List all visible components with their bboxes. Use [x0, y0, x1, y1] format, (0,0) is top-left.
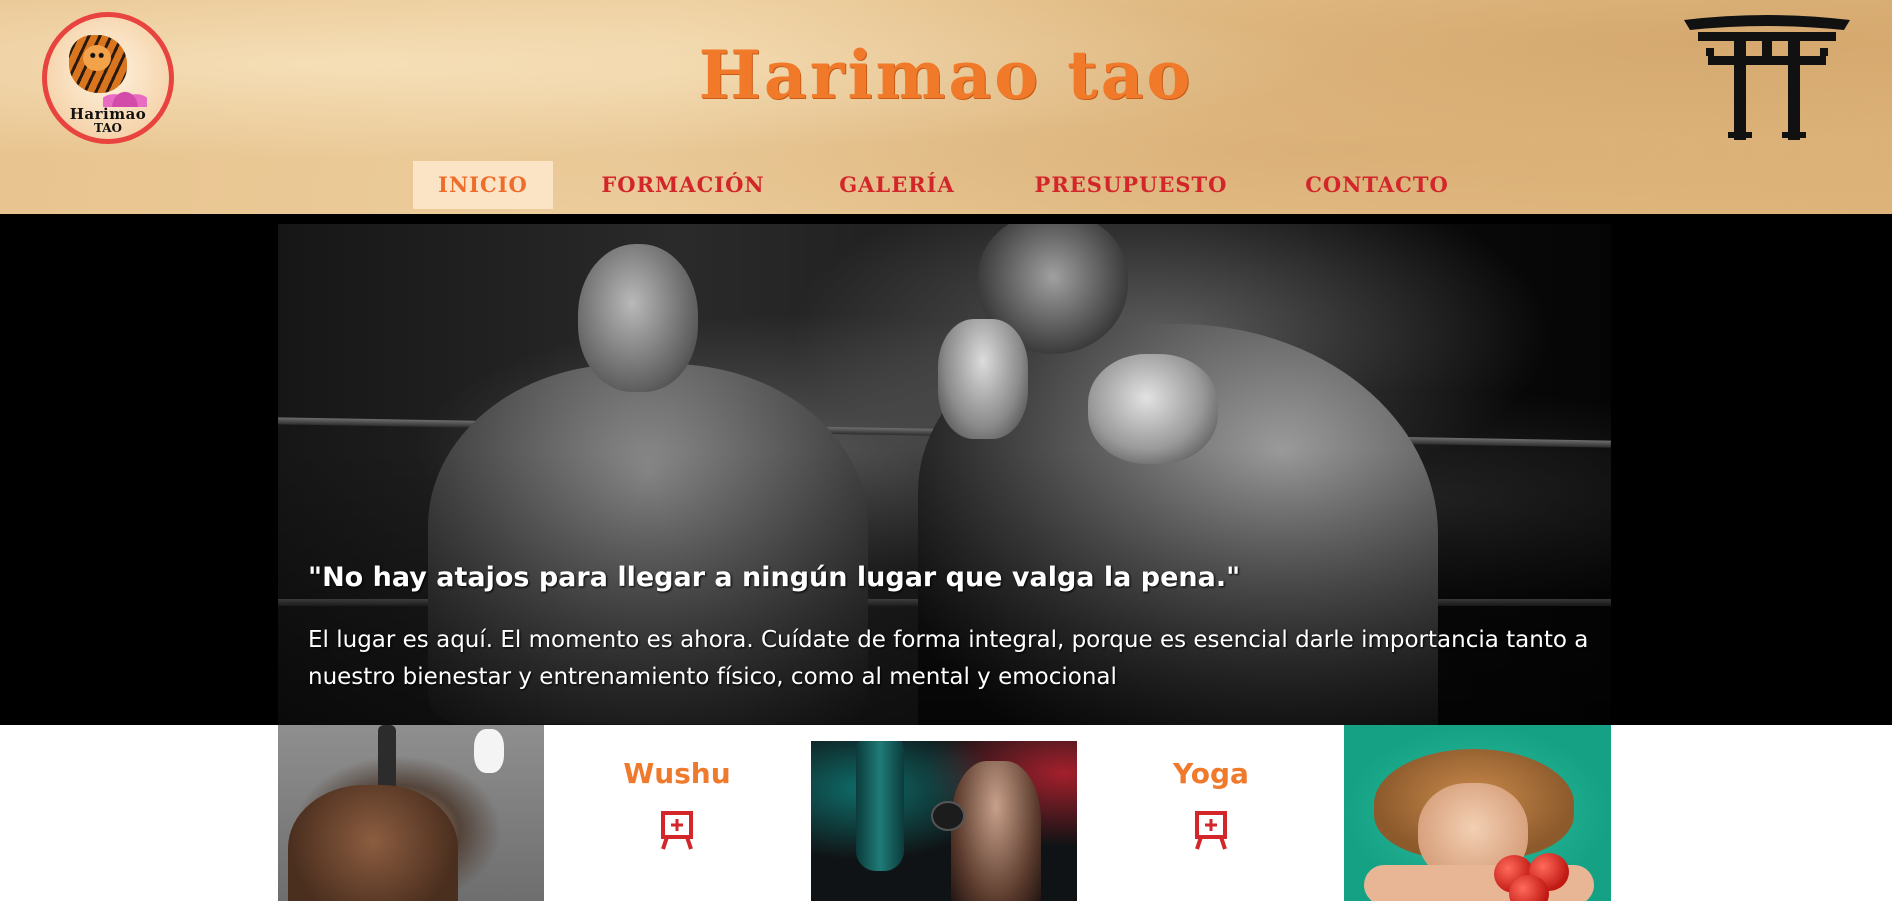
female-boxer-photo: [811, 741, 1077, 901]
torii-gate-icon: [1684, 15, 1850, 140]
logo-text-line2: TAO: [93, 121, 123, 135]
hero-section: "No hay atajos para llegar a ningún luga…: [0, 214, 1892, 725]
boxing-glove: [931, 801, 965, 831]
card-wushu[interactable]: Wushu: [544, 725, 810, 901]
kanji-icon: [661, 811, 693, 850]
nav-item-formacion[interactable]: FORMACIÓN: [588, 161, 778, 209]
site-header: Harimao TAO Harimao tao INICIO FORMACIÓN…: [0, 0, 1892, 214]
muay-thai-photo: [278, 725, 544, 901]
nav-item-presupuesto[interactable]: PRESUPUESTO: [1021, 161, 1241, 209]
yoga-woman-photo: [1344, 725, 1611, 901]
activities-grid: Wushu Yoga: [278, 725, 1611, 901]
hero-quote: "No hay atajos para llegar a ningún luga…: [308, 562, 1241, 593]
punching-bag: [856, 741, 904, 871]
nav-item-galeria[interactable]: GALERÍA: [822, 161, 972, 209]
card-yoga[interactable]: Yoga: [1078, 725, 1344, 901]
site-title: Harimao tao: [698, 36, 1194, 114]
fighter-back: [288, 785, 458, 901]
boxer-figure: [951, 761, 1041, 901]
nav-item-contacto[interactable]: CONTACTO: [1292, 161, 1462, 209]
card-yoga-title: Yoga: [1173, 757, 1249, 790]
nav-item-inicio[interactable]: INICIO: [413, 161, 553, 209]
main-nav: INICIO FORMACIÓN GALERÍA PRESUPUESTO CON…: [0, 161, 1892, 209]
hand-wrap: [474, 729, 504, 773]
hero-description: El lugar es aquí. El momento es ahora. C…: [308, 627, 1589, 690]
kanji-icon: [1195, 811, 1227, 850]
card-wushu-title: Wushu: [623, 757, 731, 790]
